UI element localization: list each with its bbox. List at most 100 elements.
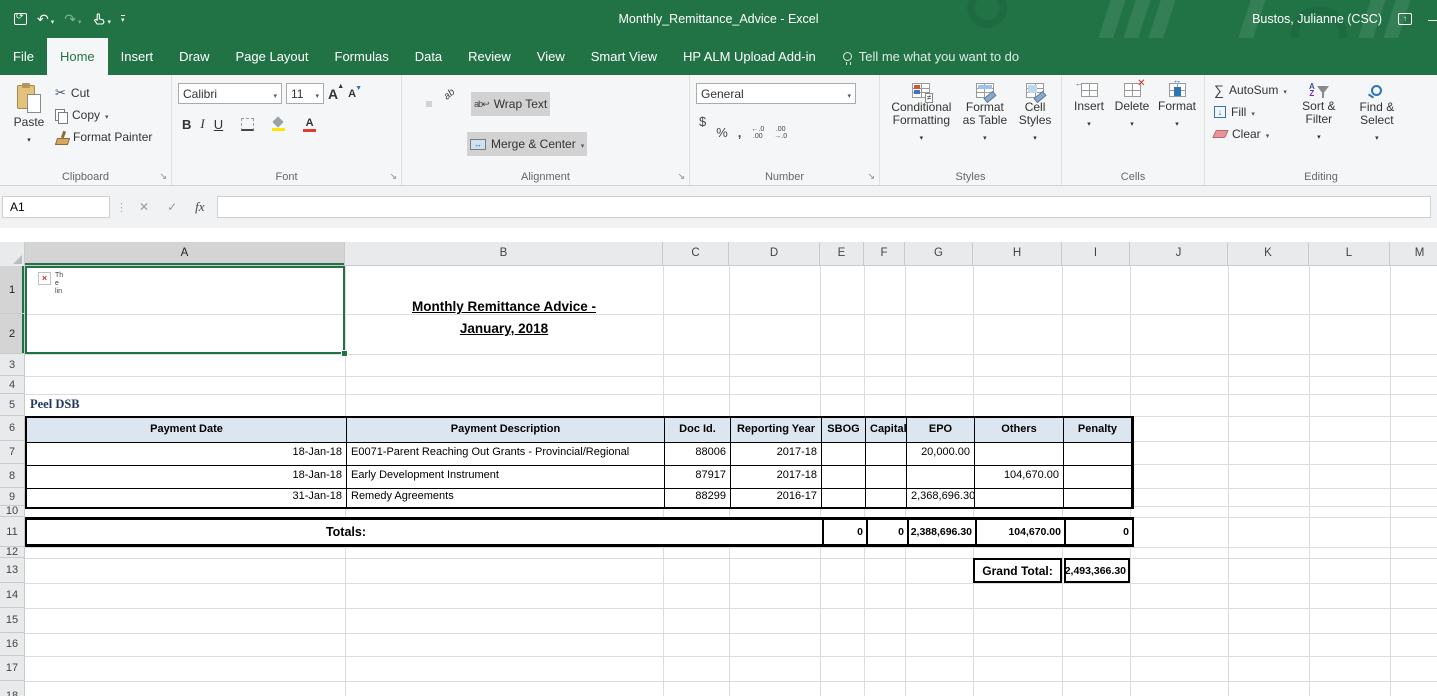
table-header-cell[interactable]: Doc Id. bbox=[665, 418, 731, 443]
board-name-cell[interactable]: Peel DSB bbox=[30, 397, 80, 412]
percent-style-button[interactable]: % bbox=[716, 125, 728, 140]
conditional-formatting-button[interactable]: Conditional Formatting bbox=[886, 79, 957, 149]
column-header-a[interactable]: A bbox=[25, 242, 345, 265]
tab-view[interactable]: View bbox=[524, 38, 578, 75]
column-header-c[interactable]: C bbox=[663, 242, 729, 265]
tab-home[interactable]: Home bbox=[47, 38, 108, 75]
autosum-button[interactable]: ∑AutoSum bbox=[1211, 79, 1290, 101]
ribbon-display-options-icon[interactable]: ↑ bbox=[1398, 13, 1412, 25]
borders-icon[interactable] bbox=[241, 118, 254, 131]
row-header-10[interactable]: 10 bbox=[0, 506, 24, 517]
select-all-corner[interactable] bbox=[0, 242, 25, 266]
table-cell[interactable]: 18-Jan-18 bbox=[27, 466, 347, 489]
fill-button[interactable]: ↓Fill bbox=[1211, 101, 1290, 123]
font-name-combo[interactable]: Calibri bbox=[178, 83, 282, 104]
totals-value-cell[interactable]: 0 bbox=[866, 520, 907, 544]
table-cell[interactable] bbox=[822, 466, 866, 489]
fill-handle[interactable] bbox=[341, 350, 348, 357]
totals-value-cell[interactable]: 0 bbox=[822, 520, 866, 544]
column-header-i[interactable]: I bbox=[1062, 242, 1130, 265]
name-box[interactable]: A1 bbox=[2, 196, 110, 218]
row-header-15[interactable]: 15 bbox=[0, 608, 24, 633]
row-header-11[interactable]: 11 bbox=[0, 517, 24, 547]
row-header-1[interactable]: 1 bbox=[0, 266, 24, 314]
table-header-cell[interactable]: SBOG bbox=[822, 418, 866, 443]
align-right-button[interactable] bbox=[426, 141, 432, 147]
column-header-l[interactable]: L bbox=[1309, 242, 1390, 265]
row-header-4[interactable]: 4 bbox=[0, 376, 24, 394]
fill-color-icon[interactable] bbox=[272, 118, 285, 131]
tab-page-layout[interactable]: Page Layout bbox=[223, 38, 322, 75]
tab-review[interactable]: Review bbox=[455, 38, 524, 75]
row-header-8[interactable]: 8 bbox=[0, 464, 24, 488]
document-title-cell[interactable]: Monthly Remittance Advice - January, 201… bbox=[345, 296, 663, 340]
row-header-16[interactable]: 16 bbox=[0, 633, 24, 656]
enter-icon[interactable]: ✓ bbox=[161, 200, 183, 214]
tab-data[interactable]: Data bbox=[402, 38, 455, 75]
table-header-cell[interactable]: Capital bbox=[866, 418, 907, 443]
font-color-icon[interactable]: A bbox=[303, 117, 316, 131]
totals-value-cell[interactable]: 104,670.00 bbox=[975, 520, 1064, 544]
column-header-h[interactable]: H bbox=[973, 242, 1062, 265]
save-icon[interactable] bbox=[14, 13, 27, 25]
italic-button[interactable]: I bbox=[200, 116, 204, 132]
align-left-button[interactable] bbox=[408, 141, 414, 147]
underline-button[interactable]: U bbox=[214, 117, 223, 132]
table-cell[interactable]: 2,368,696.30 bbox=[907, 489, 975, 507]
row-header-7[interactable]: 7 bbox=[0, 441, 24, 464]
totals-label-cell[interactable]: Totals: bbox=[27, 520, 822, 544]
format-painter-button[interactable]: Format Painter bbox=[52, 126, 155, 148]
number-format-combo[interactable]: General bbox=[696, 83, 856, 104]
column-header-b[interactable]: B bbox=[345, 242, 663, 265]
row-header-17[interactable]: 17 bbox=[0, 656, 24, 681]
table-cell[interactable] bbox=[1064, 443, 1132, 466]
table-cell[interactable]: 88299 bbox=[665, 489, 731, 507]
shrink-font-button[interactable]: A▼ bbox=[348, 88, 362, 100]
table-header-cell[interactable]: Others bbox=[975, 418, 1064, 443]
tab-file[interactable]: File bbox=[0, 38, 47, 75]
decrease-indent-button[interactable] bbox=[441, 141, 447, 147]
align-middle-button[interactable] bbox=[417, 101, 423, 107]
table-cell[interactable]: 18-Jan-18 bbox=[27, 443, 347, 466]
tab-hp-alm-upload-add-in[interactable]: HP ALM Upload Add-in bbox=[670, 38, 829, 75]
increase-indent-button[interactable] bbox=[450, 141, 456, 147]
column-header-k[interactable]: K bbox=[1228, 242, 1309, 265]
table-header-cell[interactable]: Reporting Year bbox=[731, 418, 822, 443]
decrease-decimal-icon[interactable]: .00 →.0 bbox=[774, 126, 787, 140]
table-cell[interactable] bbox=[822, 443, 866, 466]
row-header-3[interactable]: 3 bbox=[0, 354, 24, 376]
column-header-m[interactable]: M bbox=[1390, 242, 1437, 265]
clipboard-dialog-launcher[interactable] bbox=[159, 171, 167, 182]
table-header-cell[interactable]: Payment Description bbox=[347, 418, 665, 443]
row-header-5[interactable]: 5 bbox=[0, 394, 24, 416]
worksheet-grid[interactable]: ABCDEFGHIJKLM 12345678910111213141516171… bbox=[0, 242, 1437, 696]
delete-cells-button[interactable]: Delete bbox=[1110, 79, 1154, 135]
row-header-12[interactable]: 12 bbox=[0, 547, 24, 558]
table-cell[interactable] bbox=[866, 489, 907, 507]
format-cells-button[interactable]: Format bbox=[1154, 79, 1200, 135]
formula-bar-splitter[interactable]: ⋮ bbox=[116, 201, 127, 214]
minimize-icon[interactable]: — bbox=[1428, 12, 1437, 27]
increase-decimal-icon[interactable]: ←.0 .00 bbox=[751, 126, 764, 140]
table-cell[interactable] bbox=[975, 443, 1064, 466]
paste-button[interactable]: Paste bbox=[6, 79, 52, 151]
undo-icon[interactable]: ↶ bbox=[37, 12, 54, 26]
insert-function-icon[interactable]: fx bbox=[189, 199, 210, 215]
tell-me-box[interactable]: Tell me what you want to do bbox=[829, 38, 1019, 75]
accounting-format-button[interactable]: $ bbox=[699, 114, 706, 151]
align-center-button[interactable] bbox=[417, 141, 423, 147]
row-header-18[interactable]: 18 bbox=[0, 681, 24, 696]
table-cell[interactable] bbox=[1064, 466, 1132, 489]
row-header-2[interactable]: 2 bbox=[0, 314, 24, 354]
broken-image-placeholder[interactable]: × Th e lin bbox=[38, 272, 63, 296]
bold-button[interactable]: B bbox=[182, 117, 191, 132]
row-header-6[interactable]: 6 bbox=[0, 416, 24, 441]
comma-style-button[interactable]: , bbox=[738, 125, 742, 140]
table-cell[interactable]: 2016-17 bbox=[731, 489, 822, 507]
column-header-f[interactable]: F bbox=[864, 242, 905, 265]
column-header-j[interactable]: J bbox=[1130, 242, 1228, 265]
table-cell[interactable]: Remedy Agreements bbox=[347, 489, 665, 507]
table-cell[interactable] bbox=[1064, 489, 1132, 507]
tab-draw[interactable]: Draw bbox=[166, 38, 222, 75]
row-header-13[interactable]: 13 bbox=[0, 558, 24, 583]
